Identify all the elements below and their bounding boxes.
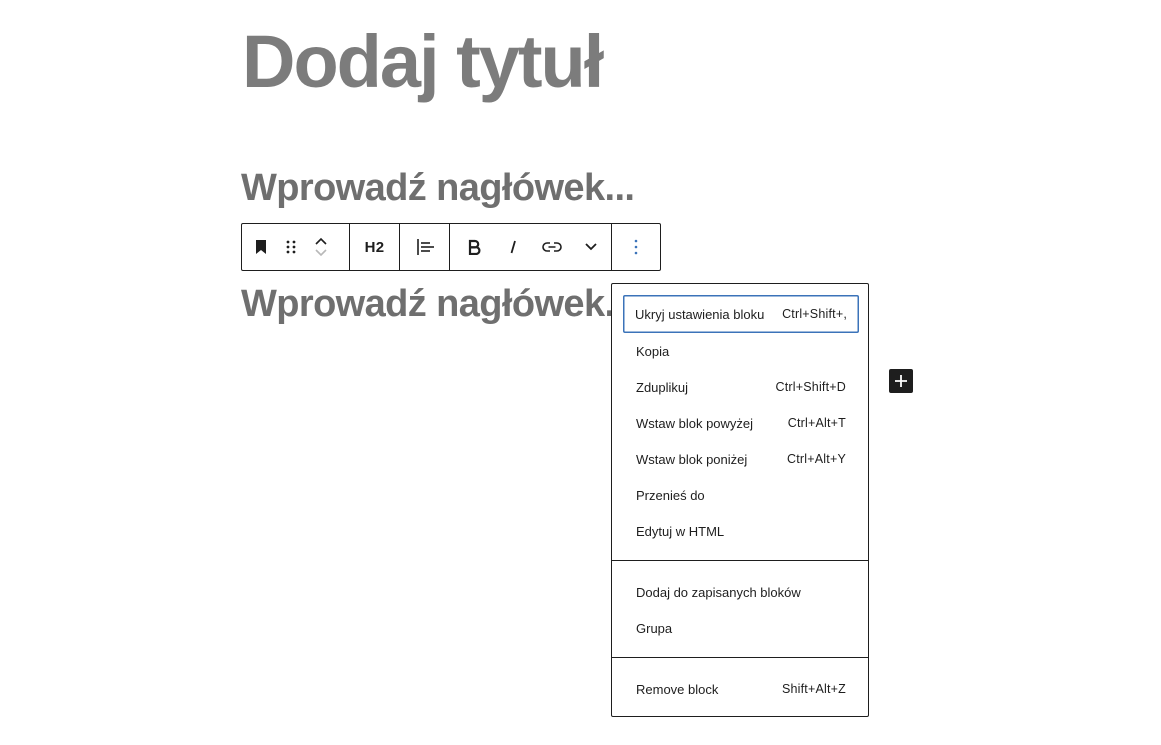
menu-item-label: Edytuj w HTML — [636, 523, 725, 539]
menu-item-insert-after[interactable]: Wstaw blok poniżej Ctrl+Alt+Y — [624, 441, 858, 477]
chevron-down-icon — [585, 243, 598, 251]
menu-item-shortcut: Shift+Alt+Z — [781, 682, 846, 696]
heading-level-button[interactable]: H2 — [355, 224, 395, 270]
block-type-button[interactable] — [246, 224, 276, 270]
menu-item-shortcut: Ctrl+Shift+D — [775, 380, 846, 394]
align-button[interactable] — [405, 224, 445, 270]
block-inserter-button[interactable] — [889, 369, 913, 393]
italic-button[interactable] — [493, 224, 532, 270]
block-mover — [306, 224, 336, 270]
bookmark-icon — [256, 240, 266, 254]
plus-icon — [895, 375, 907, 387]
format-group — [450, 224, 612, 270]
bold-button[interactable] — [454, 224, 493, 270]
block-options-button[interactable] — [616, 224, 656, 270]
menu-item-label: Dodaj do zapisanych bloków — [636, 584, 801, 600]
menu-item-label: Wstaw blok powyżej — [636, 415, 754, 431]
heading-block-2[interactable]: Wprowadź nagłówek... — [241, 283, 635, 326]
menu-item-hide-settings[interactable]: Ukryj ustawienia bloku Ctrl+Shift+, — [623, 295, 859, 333]
menu-item-insert-before[interactable]: Wstaw blok powyżej Ctrl+Alt+T — [624, 405, 858, 441]
menu-item-label: Remove block — [636, 681, 719, 697]
chevron-down-icon[interactable] — [314, 248, 328, 258]
link-button[interactable] — [533, 224, 572, 270]
menu-separator — [612, 657, 868, 658]
drag-handle-icon — [286, 240, 296, 254]
options-group — [612, 224, 660, 270]
menu-item-label: Kopia — [636, 343, 670, 359]
link-icon — [542, 242, 562, 252]
menu-item-duplicate[interactable]: Zduplikuj Ctrl+Shift+D — [624, 369, 858, 405]
menu-item-remove-block[interactable]: Remove block Shift+Alt+Z — [624, 671, 858, 707]
block-controls-group — [242, 224, 350, 270]
menu-item-group[interactable]: Grupa — [624, 610, 858, 646]
italic-icon — [510, 240, 516, 254]
menu-item-edit-html[interactable]: Edytuj w HTML — [624, 513, 858, 549]
menu-item-label: Wstaw blok poniżej — [636, 451, 748, 467]
align-group — [400, 224, 450, 270]
drag-handle-button[interactable] — [276, 224, 306, 270]
more-rich-text-button[interactable] — [572, 224, 611, 270]
menu-item-shortcut: Ctrl+Alt+Y — [787, 452, 846, 466]
menu-item-label: Ukryj ustawienia bloku — [635, 306, 765, 322]
menu-item-label: Zduplikuj — [636, 379, 689, 395]
menu-item-shortcut: Ctrl+Alt+T — [787, 416, 846, 430]
chevron-up-icon[interactable] — [314, 236, 328, 246]
menu-item-add-reusable[interactable]: Dodaj do zapisanych bloków — [624, 574, 858, 610]
block-options-menu: Ukryj ustawienia bloku Ctrl+Shift+, Kopi… — [611, 283, 869, 717]
menu-separator — [612, 560, 868, 561]
menu-item-move-to[interactable]: Przenieś do — [624, 477, 858, 513]
heading-level-label: H2 — [364, 238, 385, 256]
heading-block-1[interactable]: Wprowadź nagłówek... — [241, 167, 635, 210]
align-left-icon — [416, 239, 434, 255]
block-toolbar: H2 — [241, 223, 661, 271]
post-title-placeholder[interactable]: Dodaj tytuł — [242, 18, 604, 107]
menu-item-shortcut: Ctrl+Shift+, — [782, 307, 847, 321]
menu-item-label: Grupa — [636, 620, 673, 636]
heading-level-group: H2 — [350, 224, 400, 270]
menu-item-copy[interactable]: Kopia — [624, 333, 858, 369]
bold-icon — [468, 239, 481, 255]
menu-item-label: Przenieś do — [636, 487, 705, 503]
more-vertical-icon — [634, 239, 638, 255]
